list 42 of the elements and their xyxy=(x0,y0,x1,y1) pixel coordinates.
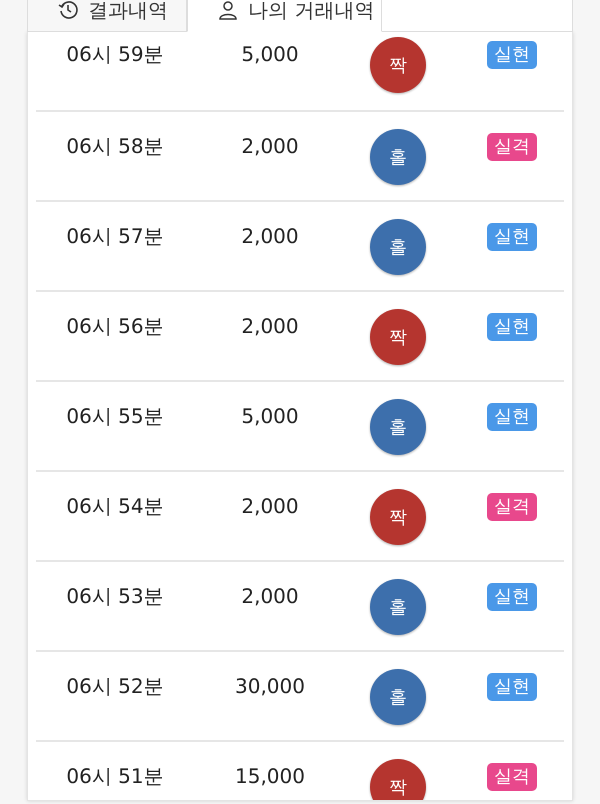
result-badge: 실현 xyxy=(487,403,537,431)
result-badge: 실격 xyxy=(487,763,537,791)
time-cell-text: 06시 59분 xyxy=(66,42,164,68)
amount-cell-text: 15,000 xyxy=(235,764,305,790)
history-icon xyxy=(58,0,78,20)
result-badge: 실현 xyxy=(487,313,537,341)
pick-ball: 짝 xyxy=(370,309,426,365)
time-cell-text: 06시 57분 xyxy=(66,224,164,250)
pick-ball: 홀 xyxy=(370,219,426,275)
amount-cell-text: 2,000 xyxy=(241,494,299,520)
result-badge: 실현 xyxy=(487,673,537,701)
pick-ball: 짝 xyxy=(370,759,426,800)
time-cell-text: 06시 58분 xyxy=(66,134,164,160)
user-icon xyxy=(218,0,238,20)
tab[interactable]: 결과내역 xyxy=(27,0,187,32)
time-cell-text: 06시 51분 xyxy=(66,764,164,790)
tab-label: 결과내역 xyxy=(88,0,168,24)
pick-ball: 짝 xyxy=(370,37,426,93)
result-badge: 실격 xyxy=(487,493,537,521)
pick-ball: 홀 xyxy=(370,669,426,725)
amount-cell-text: 2,000 xyxy=(241,314,299,340)
amount-cell-text: 2,000 xyxy=(241,584,299,610)
amount-cell-text: 2,000 xyxy=(241,134,299,160)
tab-label: 나의 거래내역 xyxy=(248,0,374,24)
result-badge: 실현 xyxy=(487,41,537,69)
pick-ball: 홀 xyxy=(370,129,426,185)
result-badge: 실현 xyxy=(487,223,537,251)
pick-ball: 홀 xyxy=(370,399,426,455)
time-cell-text: 06시 52분 xyxy=(66,674,164,700)
time-cell-text: 06시 53분 xyxy=(66,584,164,610)
time-cell-text: 06시 56분 xyxy=(66,314,164,340)
amount-cell-text: 5,000 xyxy=(241,42,299,68)
time-cell-text: 06시 54분 xyxy=(66,494,164,520)
result-badge: 실격 xyxy=(487,133,537,161)
pick-ball: 홀 xyxy=(370,579,426,635)
result-badge: 실현 xyxy=(487,583,537,611)
amount-cell-text: 30,000 xyxy=(235,674,305,700)
amount-cell-text: 2,000 xyxy=(241,224,299,250)
tab[interactable]: 나의 거래내역 xyxy=(187,0,382,32)
pick-ball: 짝 xyxy=(370,489,426,545)
time-cell-text: 06시 55분 xyxy=(66,404,164,430)
amount-cell-text: 5,000 xyxy=(241,404,299,430)
